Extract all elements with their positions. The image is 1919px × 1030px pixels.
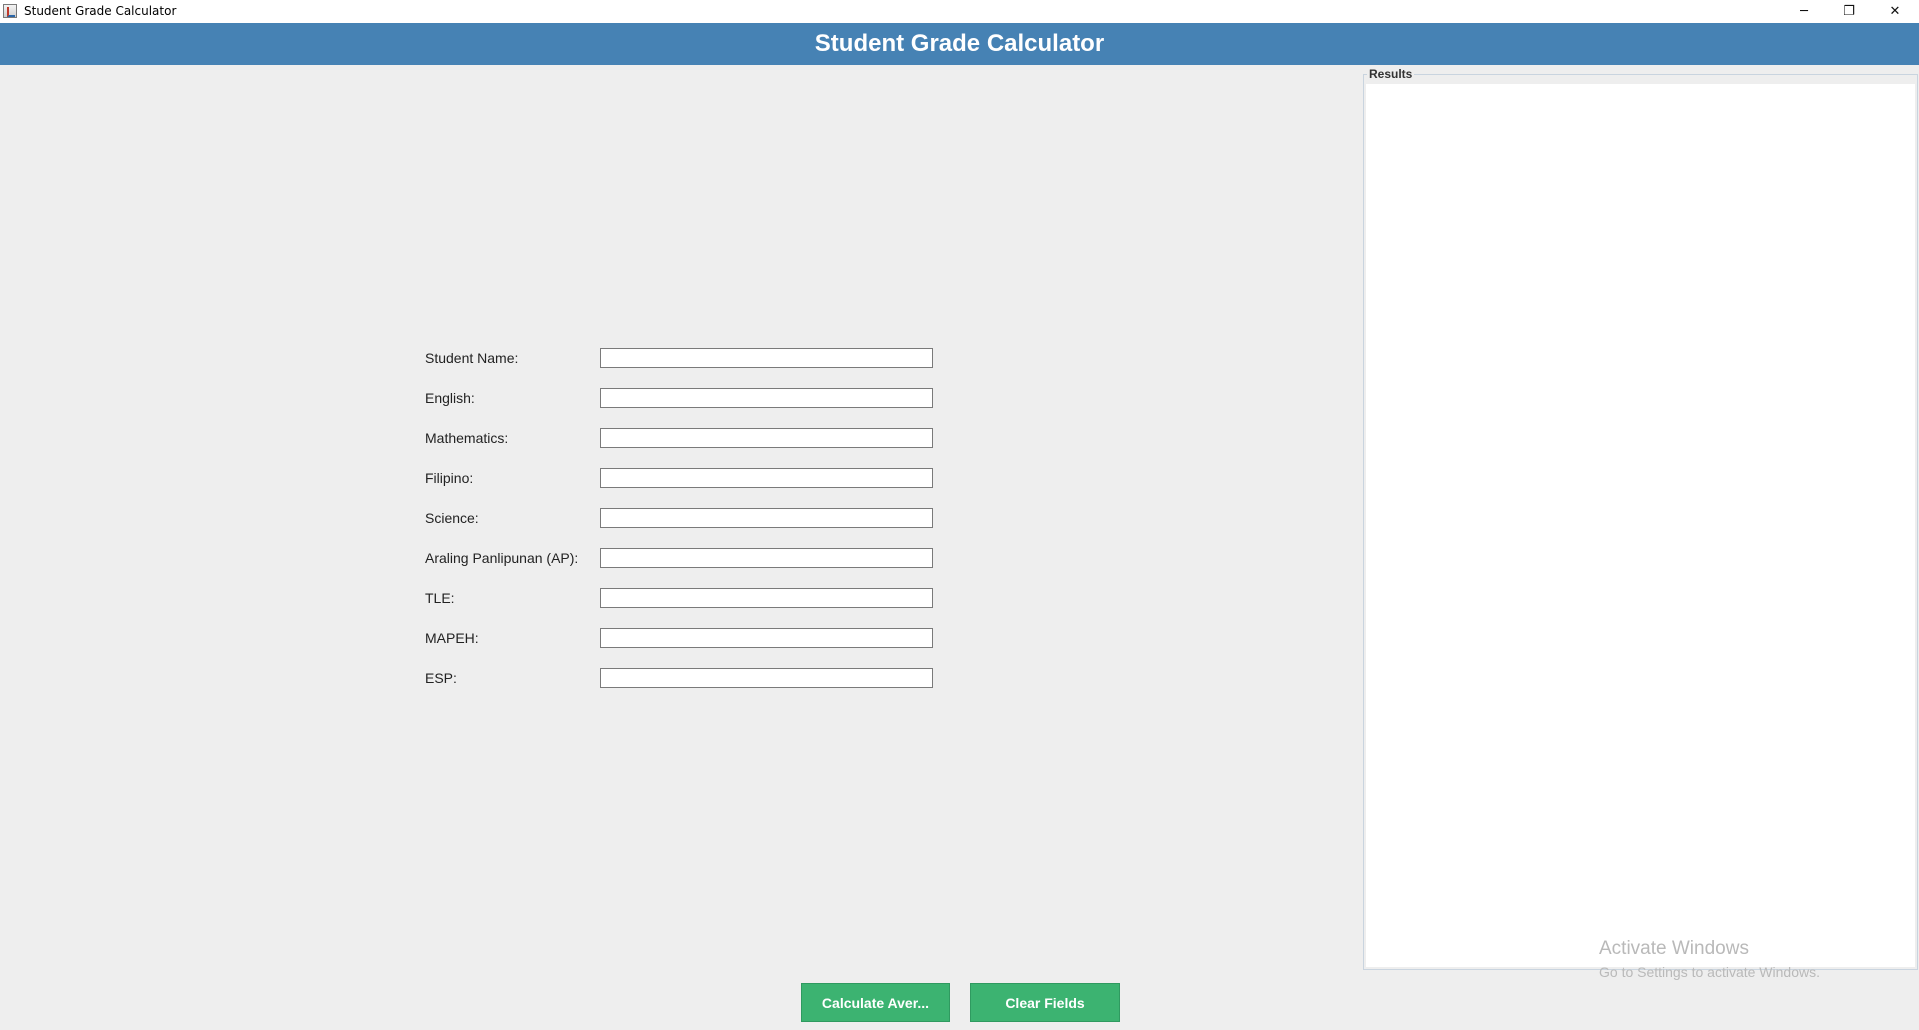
form-row-mathematics: Mathematics: xyxy=(425,424,965,464)
science-input[interactable] xyxy=(600,508,933,528)
form-row-mapeh: MAPEH: xyxy=(425,624,965,664)
java-app-icon xyxy=(3,4,17,18)
mathematics-input[interactable] xyxy=(600,428,933,448)
grade-form: Student Name: English: Mathematics: Fili… xyxy=(425,344,965,704)
activate-windows-title: Activate Windows xyxy=(1599,938,1749,959)
araling-panlipunan-label: Araling Panlipunan (AP): xyxy=(425,550,579,566)
form-row-english: English: xyxy=(425,384,965,424)
results-panel: Results xyxy=(1363,67,1918,970)
english-input[interactable] xyxy=(600,388,933,408)
science-label: Science: xyxy=(425,510,479,526)
english-label: English: xyxy=(425,390,475,406)
results-text-area[interactable] xyxy=(1366,84,1915,967)
title-bar: Student Grade Calculator ─ ❐ ✕ xyxy=(0,0,1919,24)
page-title: Student Grade Calculator xyxy=(814,30,1105,57)
mapeh-label: MAPEH: xyxy=(425,630,479,646)
form-row-esp: ESP: xyxy=(425,664,965,704)
tle-input[interactable] xyxy=(600,588,933,608)
form-row-student-name: Student Name: xyxy=(425,344,965,384)
tle-label: TLE: xyxy=(425,590,455,606)
form-row-filipino: Filipino: xyxy=(425,464,965,504)
mapeh-input[interactable] xyxy=(600,628,933,648)
activate-windows-subtitle: Go to Settings to activate Windows. xyxy=(1599,964,1820,980)
filipino-label: Filipino: xyxy=(425,470,474,486)
form-row-araling-panlipunan: Araling Panlipunan (AP): xyxy=(425,544,965,584)
header-banner: Student Grade Calculator xyxy=(0,23,1919,65)
form-row-tle: TLE: xyxy=(425,584,965,624)
student-name-input[interactable] xyxy=(600,348,933,368)
esp-label: ESP: xyxy=(425,670,457,686)
clear-fields-button[interactable]: Clear Fields xyxy=(970,983,1120,1022)
results-title: Results xyxy=(1367,67,1415,81)
mathematics-label: Mathematics: xyxy=(425,430,509,446)
filipino-input[interactable] xyxy=(600,468,933,488)
restore-icon[interactable]: ❐ xyxy=(1826,0,1872,23)
minimize-icon[interactable]: ─ xyxy=(1781,0,1827,23)
activate-windows-watermark: Activate Windows Go to Settings to activ… xyxy=(1599,938,1820,980)
student-name-label: Student Name: xyxy=(425,350,519,366)
araling-panlipunan-input[interactable] xyxy=(600,548,933,568)
form-row-science: Science: xyxy=(425,504,965,544)
app-window: Student Grade Calculator ─ ❐ ✕ Student G… xyxy=(0,0,1919,1030)
window-title: Student Grade Calculator xyxy=(24,4,177,18)
close-icon[interactable]: ✕ xyxy=(1872,0,1918,23)
calculate-average-button[interactable]: Calculate Aver... xyxy=(801,983,950,1022)
esp-input[interactable] xyxy=(600,668,933,688)
